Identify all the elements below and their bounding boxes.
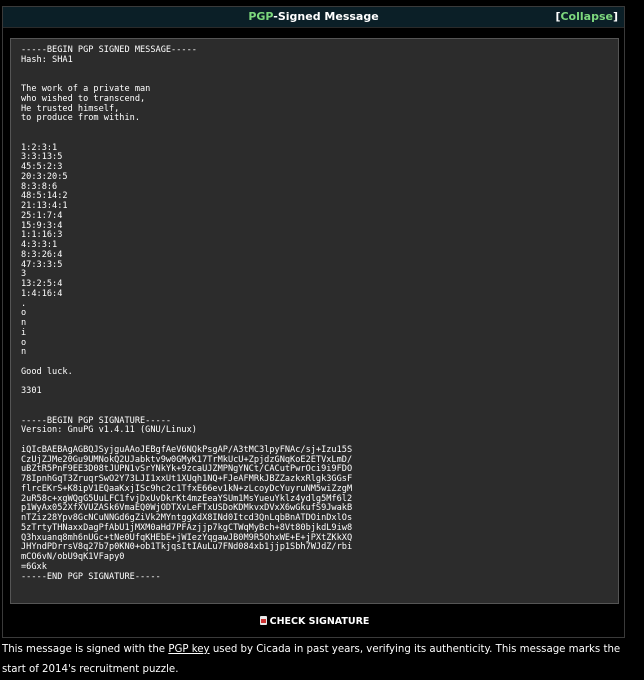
pgp-key-link[interactable]: PGP key xyxy=(168,644,209,655)
check-signature-label: CHECK SIGNATURE xyxy=(269,616,370,627)
pgp-message-text: -----BEGIN PGP SIGNED MESSAGE----- Hash:… xyxy=(21,45,353,582)
caption: This message is signed with the PGP key … xyxy=(2,640,632,680)
collapse-toggle[interactable]: [Collapse] xyxy=(555,7,618,27)
pgp-message-box: PGP-Signed Message [Collapse] -----BEGIN… xyxy=(2,6,625,638)
title-accent: PGP xyxy=(248,10,274,23)
title-bar: PGP-Signed Message [Collapse] xyxy=(3,7,624,28)
check-signature-button[interactable]: CHECK SIGNATURE xyxy=(3,616,626,627)
collapse-bracket-close: ] xyxy=(612,10,618,23)
collapse-link[interactable]: Collapse xyxy=(560,10,612,23)
caption-text-before: This message is signed with the xyxy=(2,644,169,655)
message-panel: -----BEGIN PGP SIGNED MESSAGE----- Hash:… xyxy=(10,38,619,604)
document-icon xyxy=(259,616,267,625)
title-text: -Signed Message xyxy=(273,10,379,23)
